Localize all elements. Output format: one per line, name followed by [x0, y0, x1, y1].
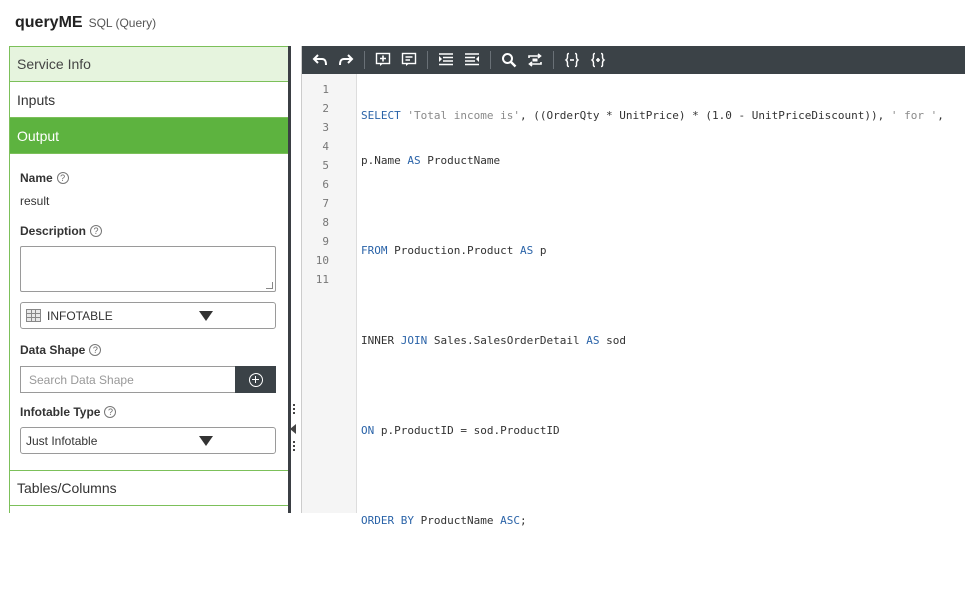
line-number: 5 [322, 159, 329, 172]
splitter-bar [288, 46, 291, 513]
line-number: 9 [322, 235, 329, 248]
name-help-icon[interactable]: ? [56, 172, 69, 184]
toolbar-divider [490, 51, 491, 69]
code-line: FROM Production.Product AS p [361, 244, 547, 257]
expand-braces-icon[interactable] [588, 50, 608, 70]
toolbar-divider [427, 51, 428, 69]
name-label-text: Name [20, 171, 53, 185]
line-number: 3 [322, 121, 329, 134]
section-service-info[interactable]: Service Info [10, 46, 288, 82]
insert-snippet-icon[interactable] [373, 50, 393, 70]
redo-icon[interactable] [336, 50, 356, 70]
data-shape-label: Data Shape ? [20, 343, 278, 357]
line-number: 10 [315, 254, 329, 267]
section-output-label: Output [17, 127, 60, 144]
page-header: queryME SQL (Query) [15, 14, 156, 34]
drag-handle-icon[interactable] [293, 441, 296, 453]
section-inputs-label: Inputs [17, 91, 56, 108]
line-number: 11 [315, 273, 329, 286]
panel-splitter[interactable] [288, 46, 301, 513]
chevron-down-icon [199, 436, 213, 446]
code-line: INNER JOIN Sales.SalesOrderDetail AS sod [361, 334, 626, 347]
line-number: 6 [322, 178, 329, 191]
code-line: ON p.ProductID = sod.ProductID [361, 424, 560, 437]
undo-icon[interactable] [310, 50, 330, 70]
indent-right-icon[interactable] [462, 50, 482, 70]
section-output[interactable]: Output [10, 118, 288, 154]
name-label: Name ? [20, 171, 278, 185]
service-panel: Service Info Inputs Output Name ? result… [9, 46, 289, 513]
line-number-gutter: 1 2 3 4 5 6 7 8 9 10 11 [302, 74, 357, 513]
toolbar-divider [553, 51, 554, 69]
data-shape-help-icon[interactable]: ? [89, 344, 102, 356]
infotable-type-help-icon[interactable]: ? [104, 406, 117, 418]
section-tables-columns[interactable]: Tables/Columns [10, 470, 288, 506]
editor-toolbar [302, 46, 965, 74]
base-type-select[interactable]: INFOTABLE [20, 302, 276, 329]
data-shape-search: Search Data Shape [20, 366, 276, 393]
line-number: 1 [322, 83, 329, 96]
infotable-type-label-text: Infotable Type [20, 405, 101, 419]
line-number: 2 [322, 102, 329, 115]
collapse-left-icon[interactable] [290, 424, 296, 434]
code-line: p.Name AS ProductName [361, 154, 501, 167]
base-type-value: INFOTABLE [47, 308, 113, 323]
collapse-braces-icon[interactable] [562, 50, 582, 70]
description-textarea[interactable] [20, 246, 276, 292]
section-inputs[interactable]: Inputs [10, 82, 288, 118]
code-line: ORDER BY ProductName ASC; [361, 514, 527, 527]
output-name-value: result [20, 194, 50, 208]
replace-icon[interactable] [525, 50, 545, 70]
add-data-shape-button[interactable] [235, 366, 276, 393]
data-shape-label-text: Data Shape [20, 343, 86, 357]
plus-circle-icon [248, 372, 263, 387]
code-editor: 1 2 3 4 5 6 7 8 9 10 11 SELECT 'Total in… [301, 46, 965, 527]
infotable-grid-icon [26, 309, 41, 322]
search-icon[interactable] [499, 50, 519, 70]
add-comment-icon[interactable] [399, 50, 419, 70]
description-help-icon[interactable]: ? [90, 225, 103, 237]
code-text[interactable]: SELECT 'Total income is', ((OrderQty * U… [357, 74, 965, 527]
output-form: Name ? result Description ? INFOTABLE Da… [10, 171, 288, 454]
line-number: 7 [322, 197, 329, 210]
description-label-text: Description [20, 224, 87, 238]
chevron-down-icon [199, 311, 213, 321]
infotable-type-label: Infotable Type ? [20, 405, 278, 419]
infotable-type-value: Just Infotable [26, 433, 98, 448]
service-type: SQL (Query) [88, 16, 157, 30]
line-number: 4 [322, 140, 329, 153]
drag-handle-icon[interactable] [293, 404, 296, 416]
data-shape-search-input[interactable]: Search Data Shape [20, 366, 235, 393]
section-tables-columns-label: Tables/Columns [17, 480, 117, 496]
code-line: SELECT 'Total income is', ((OrderQty * U… [361, 109, 944, 122]
resize-grip-icon[interactable] [266, 282, 273, 289]
infotable-type-select[interactable]: Just Infotable [20, 427, 276, 454]
description-label: Description ? [20, 224, 278, 238]
line-number: 8 [322, 216, 329, 229]
code-area[interactable]: 1 2 3 4 5 6 7 8 9 10 11 SELECT 'Total in… [302, 74, 965, 527]
indent-left-icon[interactable] [436, 50, 456, 70]
service-title: queryME [15, 14, 83, 31]
toolbar-divider [364, 51, 365, 69]
section-service-info-label: Service Info [17, 56, 91, 72]
